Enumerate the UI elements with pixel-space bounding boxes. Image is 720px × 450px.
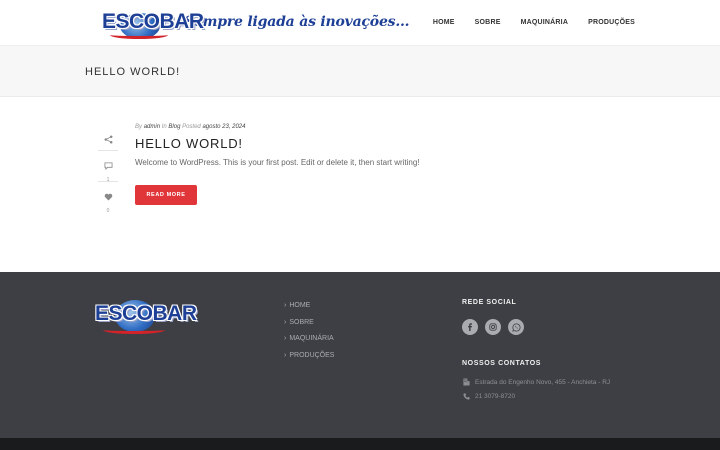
instagram-icon[interactable] bbox=[485, 319, 501, 335]
footer-link-label: HOME bbox=[289, 302, 311, 309]
contacts-heading: NOSSOS CONTATOS bbox=[462, 360, 542, 367]
post-author[interactable]: admin bbox=[144, 124, 160, 130]
social-heading: REDE SOCIAL bbox=[462, 299, 517, 306]
contact-phone: 21 3079-8720 bbox=[462, 393, 515, 400]
logo-swoosh bbox=[103, 326, 165, 334]
meta-posted-label: Posted bbox=[182, 124, 201, 130]
divider bbox=[98, 150, 118, 151]
footer-links: › HOME › SOBRE › MAQUINÁRIA › PRODUÇÕES bbox=[284, 302, 334, 369]
footer-link-producoes[interactable]: › PRODUÇÕES bbox=[284, 352, 334, 369]
social-links bbox=[462, 319, 524, 335]
phone-text: 21 3079-8720 bbox=[475, 393, 516, 400]
likes-count: 0 bbox=[106, 208, 110, 214]
site-logo[interactable]: ESCOBAR bbox=[102, 9, 204, 39]
footer-link-label: SOBRE bbox=[289, 318, 314, 326]
footer-link-home[interactable]: › HOME bbox=[284, 302, 334, 319]
footer-logo-text: ESCOBAR bbox=[95, 302, 197, 325]
post-excerpt: Welcome to WordPress. This is your first… bbox=[135, 158, 420, 167]
divider bbox=[98, 181, 118, 182]
share-button[interactable] bbox=[98, 131, 118, 149]
post-title[interactable]: HELLO WORLD! bbox=[135, 136, 243, 151]
read-more-button[interactable]: READ MORE bbox=[135, 185, 197, 205]
whatsapp-icon[interactable] bbox=[508, 319, 524, 335]
share-icon bbox=[104, 135, 112, 144]
post-meta: By admin In Blog Posted agosto 23, 2024 bbox=[135, 124, 245, 130]
main-nav: HOME SOBRE MAQUINÁRIA PRODUÇÕES bbox=[413, 19, 635, 26]
footer-link-sobre[interactable]: › SOBRE bbox=[284, 319, 334, 336]
page-title-bar: HELLO WORLD! bbox=[0, 45, 720, 97]
like-button[interactable]: 0 bbox=[98, 188, 118, 214]
nav-item-home[interactable]: HOME bbox=[433, 19, 455, 26]
contact-address: Estrada do Engenho Novo, 455 - Anchieta … bbox=[462, 378, 610, 386]
chevron-right-icon: › bbox=[284, 335, 287, 343]
comments-button[interactable]: 1 bbox=[98, 157, 118, 183]
footer-link-label: PRODUÇÕES bbox=[289, 352, 335, 360]
comment-icon bbox=[104, 162, 112, 171]
nav-item-producoes[interactable]: PRODUÇÕES bbox=[588, 19, 635, 26]
site-header: ESCOBAR Sempre ligada às inovações... HO… bbox=[0, 0, 720, 45]
site-slogan: Sempre ligada às inovações... bbox=[184, 14, 410, 30]
chevron-right-icon: › bbox=[284, 302, 287, 309]
meta-by-label: By bbox=[135, 124, 143, 130]
address-text: Estrada do Engenho Novo, 455 - Anchieta … bbox=[475, 378, 611, 386]
chevron-right-icon: › bbox=[284, 352, 287, 360]
page-title: HELLO WORLD! bbox=[85, 66, 181, 78]
bottom-bar bbox=[0, 438, 720, 450]
nav-item-sobre[interactable]: SOBRE bbox=[475, 19, 501, 26]
building-icon bbox=[462, 378, 470, 386]
footer-link-label: MAQUINÁRIA bbox=[289, 335, 334, 343]
post-date: agosto 23, 2024 bbox=[202, 124, 246, 130]
logo-swoosh bbox=[110, 31, 168, 39]
footer-logo[interactable]: ESCOBAR bbox=[95, 296, 197, 336]
footer-link-maquinaria[interactable]: › MAQUINÁRIA bbox=[284, 335, 334, 352]
meta-in-label: In bbox=[161, 124, 167, 130]
site-footer: ESCOBAR › HOME › SOBRE › MAQUINÁRIA › PRODUÇ… bbox=[0, 272, 720, 438]
chevron-right-icon: › bbox=[284, 318, 287, 326]
facebook-icon[interactable] bbox=[462, 319, 478, 335]
comments-count: 1 bbox=[106, 177, 110, 183]
post-category[interactable]: Blog bbox=[168, 124, 180, 130]
phone-icon bbox=[462, 393, 470, 400]
heart-icon bbox=[104, 193, 112, 201]
nav-item-maquinaria[interactable]: MAQUINÁRIA bbox=[521, 19, 569, 26]
